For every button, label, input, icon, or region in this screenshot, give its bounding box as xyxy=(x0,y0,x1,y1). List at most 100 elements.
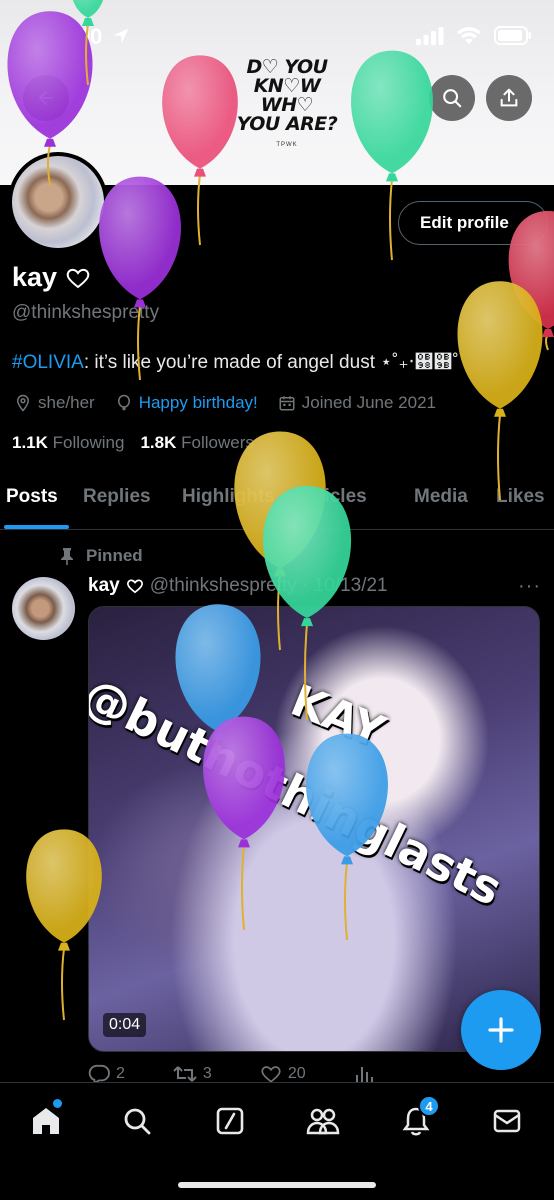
profile-tabs: Posts Replies Highlights Articles Media … xyxy=(0,474,554,530)
views-button[interactable] xyxy=(354,1064,374,1084)
tab-highlights[interactable]: Highlights xyxy=(182,486,275,508)
banner-line-4: YOU ARE? xyxy=(236,113,338,135)
followers-label: Followers xyxy=(181,433,254,452)
balloon-knot xyxy=(542,329,554,337)
birthday-text[interactable]: Happy birthday! xyxy=(139,393,258,413)
balloon xyxy=(457,281,543,501)
wifi-icon xyxy=(457,27,481,44)
back-arrow-icon xyxy=(38,90,54,106)
nav-home[interactable] xyxy=(26,1099,66,1141)
battery-icon xyxy=(494,26,531,45)
joined-text: Joined June 2021 xyxy=(301,393,437,412)
post-author-name[interactable]: kay xyxy=(88,575,120,597)
heart-outline-icon xyxy=(126,579,143,594)
profile-name: kay xyxy=(12,262,91,293)
followers-link[interactable]: 1.8K Followers xyxy=(140,433,253,453)
profile-handle: @thinkshespretty xyxy=(12,302,160,323)
post-header: kay @thinkshespretty · 10/13/21 xyxy=(88,575,388,597)
share-icon xyxy=(500,88,518,107)
balloon-icon xyxy=(117,394,130,411)
views-bar-icon xyxy=(355,1067,373,1083)
location-arrow-icon xyxy=(114,28,129,44)
balloon-string xyxy=(389,179,393,261)
tab-articles[interactable]: Articles xyxy=(297,486,367,508)
post-author-avatar[interactable] xyxy=(12,577,75,640)
like-button[interactable]: 20 xyxy=(260,1064,306,1084)
repost-count: 3 xyxy=(202,1065,212,1082)
pinned-label: Pinned xyxy=(60,546,143,566)
back-button[interactable] xyxy=(23,75,69,121)
home-unread-dot xyxy=(53,1099,62,1108)
pinned-text: Pinned xyxy=(86,546,143,565)
reply-count: 2 xyxy=(116,1065,125,1082)
profile-bio: #OLIVIA: it’s like you’re made of angel … xyxy=(12,351,459,374)
tab-replies[interactable]: Replies xyxy=(83,486,151,508)
like-count: 20 xyxy=(287,1065,306,1082)
profile-name-text: kay xyxy=(12,262,58,292)
cellular-signal-icon xyxy=(416,26,444,45)
balloon-string xyxy=(545,334,549,351)
home-icon xyxy=(33,1108,59,1134)
calendar-icon xyxy=(279,396,295,411)
post-actions: 2 3 20 xyxy=(88,1064,548,1084)
notifications-badge: 4 xyxy=(418,1095,440,1117)
video-duration: 0:04 xyxy=(103,1013,147,1037)
share-button[interactable] xyxy=(486,75,532,121)
search-button[interactable] xyxy=(429,75,475,121)
following-link[interactable]: 1.1K Following xyxy=(12,433,124,453)
balloon-string xyxy=(61,948,65,1021)
balloon-shine xyxy=(457,281,543,409)
heart-outline-icon xyxy=(66,268,90,288)
nav-messages[interactable] xyxy=(487,1101,527,1141)
nav-search[interactable] xyxy=(117,1101,157,1141)
pin-icon xyxy=(61,548,73,565)
post-more-button[interactable]: ··· xyxy=(518,575,541,598)
balloon-string xyxy=(197,174,201,246)
grok-icon xyxy=(216,1107,244,1135)
communities-icon xyxy=(306,1108,340,1135)
bio-hashtag-link[interactable]: #OLIVIA xyxy=(12,352,84,373)
nav-communities[interactable] xyxy=(303,1101,343,1141)
video-caption-name: KAY xyxy=(283,675,392,759)
search-icon xyxy=(443,89,462,108)
active-tab-indicator xyxy=(4,525,69,529)
following-count: 1.1K xyxy=(12,433,48,452)
nav-grok[interactable] xyxy=(210,1101,250,1141)
home-indicator xyxy=(178,1182,376,1188)
following-label: Following xyxy=(52,433,125,452)
repost-icon xyxy=(173,1066,197,1082)
profile-meta: she/her Happy birthday! Joined June 2021 xyxy=(14,393,456,413)
reply-button[interactable]: 2 xyxy=(88,1064,125,1084)
birthday-item[interactable]: Happy birthday! xyxy=(115,393,258,413)
reply-icon xyxy=(88,1064,110,1084)
balloon-knot xyxy=(494,408,506,417)
plus-icon xyxy=(488,1017,514,1043)
balloon-shine xyxy=(99,176,181,300)
profile-avatar[interactable] xyxy=(8,152,108,252)
pronouns-item: she/her xyxy=(14,393,95,413)
compose-button[interactable] xyxy=(461,990,541,1070)
status-indicators xyxy=(416,26,532,45)
balloon-knot xyxy=(58,942,70,951)
repost-button[interactable]: 3 xyxy=(173,1064,212,1084)
follow-stats: 1.1K Following 1.8K Followers xyxy=(12,433,254,453)
pronouns-text: she/her xyxy=(38,393,95,412)
banner-artwork: D♡ YOU KN♡W WH♡ YOU ARE? TPWK xyxy=(212,58,362,149)
status-bar: 12:00 xyxy=(0,0,554,70)
balloon-body xyxy=(457,281,543,409)
nav-notifications[interactable]: 4 xyxy=(396,1095,440,1141)
status-time-text: 12:00 xyxy=(46,24,103,49)
bio-text: : it’s like you’re made of angel dust ⋆˚… xyxy=(83,352,459,373)
edit-profile-button[interactable]: Edit profile xyxy=(398,201,548,245)
post-video[interactable]: @butnothinglasts KAY 0:04 xyxy=(88,606,540,1052)
post-handle-date: @thinkshespretty · 10/13/21 xyxy=(149,575,388,596)
banner-sub: TPWK xyxy=(276,142,298,148)
balloon xyxy=(99,176,181,381)
profile-avatar-image xyxy=(12,156,104,248)
joined-item: Joined June 2021 xyxy=(278,393,436,413)
tab-posts[interactable]: Posts xyxy=(6,486,58,508)
tab-likes[interactable]: Likes xyxy=(496,486,545,508)
tab-media[interactable]: Media xyxy=(414,486,468,508)
followers-count: 1.8K xyxy=(140,433,177,452)
like-heart-icon xyxy=(261,1066,281,1083)
